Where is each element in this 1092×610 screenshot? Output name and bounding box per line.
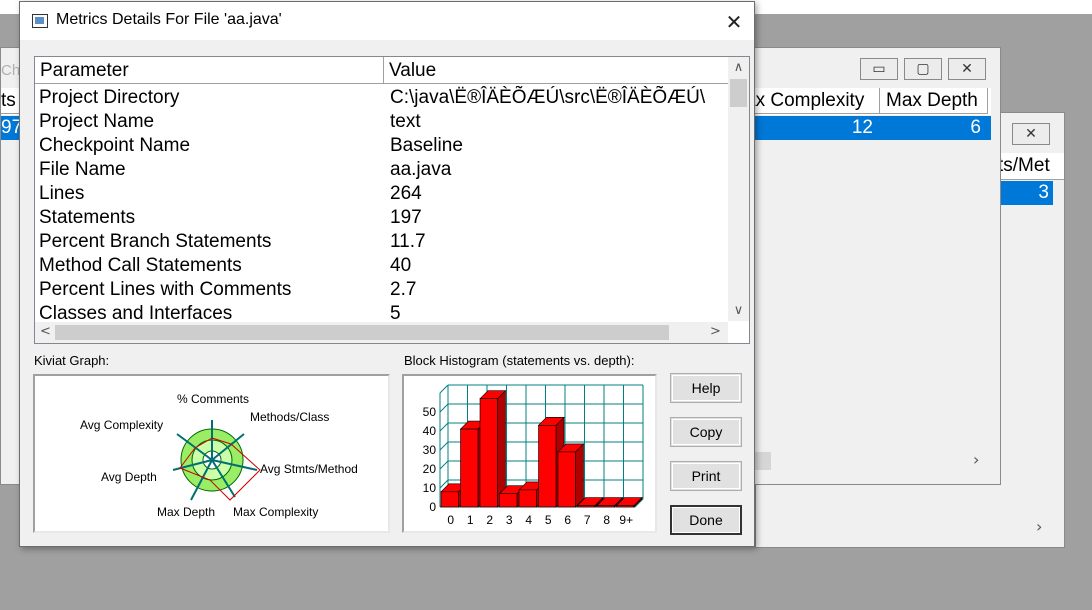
histogram-bar xyxy=(577,505,596,508)
histogram-x-tick-label: 7 xyxy=(584,513,591,527)
title-bar[interactable]: Metrics Details For File 'aa.java' ✕ xyxy=(20,2,754,40)
grid-cell-parameter[interactable]: Method Call Statements xyxy=(39,254,379,278)
histogram-gridline xyxy=(439,441,449,451)
grid-cell-parameter[interactable]: Percent Branch Statements xyxy=(39,230,379,254)
column-header-partial: ts/Met xyxy=(998,153,1064,180)
selected-row[interactable]: 12 6 xyxy=(741,116,991,140)
column-header-parameter[interactable]: Parameter xyxy=(35,57,384,84)
grid-cell-value[interactable]: aa.java xyxy=(390,158,725,182)
histogram-x-tick-label: 8 xyxy=(603,513,610,527)
histogram-bar xyxy=(518,489,537,508)
block-histogram-panel: 0 10 20 30 40 50 0 1 2 3 4 5 6 7 8 9+ xyxy=(402,374,657,533)
kiviat-axis-label-max-complexity: Max Complexity xyxy=(233,505,318,519)
scroll-right-icon[interactable]: > xyxy=(707,324,724,339)
horizontal-scrollbar[interactable]: < > xyxy=(35,322,728,343)
histogram-y-tick-label: 10 xyxy=(423,481,437,495)
dialog-title: Metrics Details For File 'aa.java' xyxy=(56,11,282,28)
selected-row-partial[interactable]: 97 xyxy=(1,116,22,140)
column-header-value[interactable]: Value xyxy=(384,57,729,84)
block-histogram-label: Block Histogram (statements vs. depth): xyxy=(404,353,635,368)
maximize-icon[interactable]: ▢ xyxy=(904,58,942,80)
grid-cell-value[interactable]: 40 xyxy=(390,254,725,278)
kiviat-axis-label-comments: % Comments xyxy=(177,392,249,406)
block-histogram-chart: 010203040500 1 2 3 4 5 6 7 8 9+ xyxy=(423,384,644,527)
scroll-down-icon[interactable]: ∨ xyxy=(730,303,747,318)
histogram-x-tick-label: 4 xyxy=(525,513,532,527)
grid-cell-parameter[interactable]: Project Directory xyxy=(39,86,379,110)
histogram-x-tick-label: 2 xyxy=(486,513,493,527)
grid-cell-parameter[interactable]: Percent Lines with Comments xyxy=(39,278,379,302)
grid-cell-parameter[interactable]: Checkpoint Name xyxy=(39,134,379,158)
histogram-bar xyxy=(440,491,459,508)
kiviat-axis-label-methods-class: Methods/Class xyxy=(250,410,329,424)
kiviat-axis-label-avg-depth: Avg Depth xyxy=(101,470,157,484)
histogram-x-tick-label: 6 xyxy=(564,513,571,527)
metrics-details-dialog: Metrics Details For File 'aa.java' ✕ Par… xyxy=(19,1,755,547)
grid-cell-value[interactable]: text xyxy=(390,110,725,134)
close-icon[interactable]: ✕ xyxy=(720,8,748,36)
histogram-gridline xyxy=(439,422,449,432)
kiviat-graph: % Comments Methods/Class Avg Stmts/Metho… xyxy=(80,392,358,519)
copy-button[interactable]: Copy xyxy=(670,417,742,447)
scrollbar-thumb[interactable] xyxy=(55,325,669,340)
grid-cell-value[interactable]: C:\java\Ë®ÎÄÈÕÆÚ\src\Ë®ÎÄÈÕÆÚ\ xyxy=(390,86,725,110)
scroll-left-icon[interactable]: < xyxy=(37,324,54,339)
histogram-bar xyxy=(557,451,576,508)
kiviat-axis-label-max-depth: Max Depth xyxy=(157,505,215,519)
window-icon xyxy=(32,14,48,28)
histogram-x-tick-label: 9+ xyxy=(619,513,633,527)
grid-cell-parameter[interactable]: Project Name xyxy=(39,110,379,134)
grid-cell-value[interactable]: 264 xyxy=(390,182,725,206)
histogram-gridline xyxy=(439,384,449,394)
scroll-right-icon[interactable]: › xyxy=(1036,517,1042,536)
histogram-bar xyxy=(460,428,479,508)
histogram-x-tick-label: 5 xyxy=(545,513,552,527)
histogram-bar xyxy=(499,493,518,508)
close-icon[interactable]: ✕ xyxy=(1012,123,1050,145)
print-button[interactable]: Print xyxy=(670,461,742,491)
cell-max-complexity: 12 xyxy=(851,117,873,138)
histogram-y-tick-label: 50 xyxy=(423,405,437,419)
grid-cell-value[interactable]: 197 xyxy=(390,206,725,230)
histogram-gridline xyxy=(439,460,449,470)
histogram-y-tick-label: 0 xyxy=(429,500,436,514)
done-button[interactable]: Done xyxy=(670,505,742,535)
histogram-bar-side xyxy=(575,443,584,508)
column-header-max-depth[interactable]: Max Depth xyxy=(880,88,988,114)
histogram-gridline xyxy=(439,403,449,413)
kiviat-graph-label: Kiviat Graph: xyxy=(34,353,110,368)
minimize-icon[interactable]: ▭ xyxy=(860,58,898,80)
histogram-y-tick-label: 40 xyxy=(423,424,437,438)
grid-cell-value[interactable]: Baseline xyxy=(390,134,725,158)
kiviat-axis-label-avg-stmts: Avg Stmts/Method xyxy=(260,462,358,476)
grid-cell-parameter[interactable]: File Name xyxy=(39,158,379,182)
histogram-bar xyxy=(616,505,635,508)
grid-cell-value[interactable]: 11.7 xyxy=(390,230,725,254)
histogram-bar xyxy=(596,505,615,508)
grid-cell-parameter[interactable]: Lines xyxy=(39,182,379,206)
grid-cell-value[interactable]: 2.7 xyxy=(390,278,725,302)
metrics-grid: Parameter Value Project Directory C:\java… xyxy=(34,56,750,344)
grid-cell-parameter[interactable]: Statements xyxy=(39,206,379,230)
help-button[interactable]: Help xyxy=(670,373,742,403)
close-icon[interactable]: ✕ xyxy=(948,58,986,80)
histogram-y-tick-label: 30 xyxy=(423,443,437,457)
histogram-x-tick-label: 3 xyxy=(506,513,513,527)
cell-max-depth: 6 xyxy=(970,117,981,138)
scrollbar-thumb[interactable] xyxy=(730,79,747,107)
scroll-right-icon[interactable]: › xyxy=(973,450,979,469)
histogram-x-tick-label: 1 xyxy=(467,513,474,527)
histogram-bar xyxy=(538,424,557,508)
window-title-partial: Ch xyxy=(1,62,21,79)
column-header-max-complexity[interactable]: ax Complexity xyxy=(741,88,880,114)
vertical-scrollbar[interactable]: ∧ ∨ xyxy=(728,57,749,321)
histogram-bar xyxy=(479,398,498,508)
selected-row-value[interactable]: 3 xyxy=(998,181,1053,205)
histogram-x-tick-label: 0 xyxy=(447,513,454,527)
kiviat-graph-panel: % Comments Methods/Class Avg Stmts/Metho… xyxy=(33,374,390,533)
scroll-up-icon[interactable]: ∧ xyxy=(730,60,747,75)
column-header-partial[interactable]: ts xyxy=(1,88,21,114)
histogram-y-tick-label: 20 xyxy=(423,462,437,476)
kiviat-axis-label-avg-complexity: Avg Complexity xyxy=(80,418,163,432)
